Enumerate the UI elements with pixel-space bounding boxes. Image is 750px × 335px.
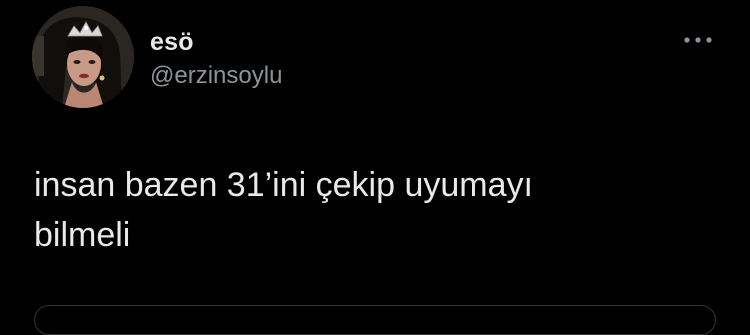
avatar[interactable]: [32, 6, 134, 108]
avatar-image: [32, 6, 134, 108]
more-options-button[interactable]: [680, 29, 716, 51]
display-name[interactable]: esö: [150, 27, 194, 57]
tweet-text: insan bazen 31’ini çekip uyumayı bilmeli: [34, 160, 714, 260]
user-handle[interactable]: @erzinsoylu: [150, 61, 282, 91]
tweet: esö @erzinsoylu insan bazen 31’ini çekip…: [0, 0, 750, 335]
media-card[interactable]: [34, 305, 716, 335]
tweet-text-line-2: bilmeli: [34, 216, 131, 254]
more-horizontal-icon: [684, 37, 712, 43]
tweet-text-line-1: insan bazen 31’ini çekip uyumayı: [34, 166, 533, 204]
